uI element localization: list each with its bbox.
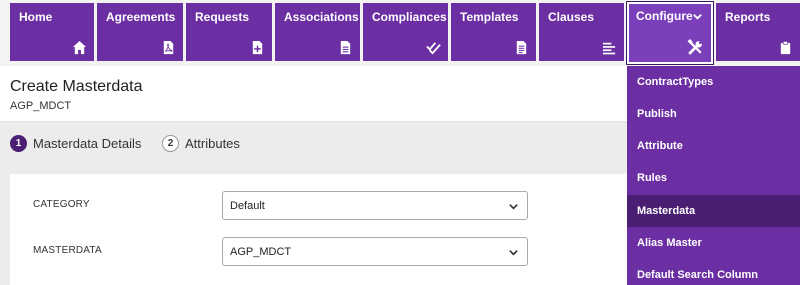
- step-masterdata-details[interactable]: 1 Masterdata Details: [10, 134, 141, 152]
- nav-tile-label: Clauses: [548, 10, 595, 24]
- nav-tile-label: Home: [19, 10, 53, 24]
- page-header: Create Masterdata AGP_MDCT: [0, 66, 630, 122]
- nav-tile-compliances[interactable]: Compliances: [363, 3, 448, 61]
- nav-tile-home[interactable]: Home: [10, 3, 94, 61]
- nav-tile-requests[interactable]: Requests: [186, 3, 272, 61]
- chevron-down-icon: [508, 201, 519, 212]
- menu-item-contracttypes[interactable]: ContractTypes: [627, 66, 800, 98]
- category-label: CATEGORY: [33, 199, 90, 210]
- nav-tile-label: Agreements: [106, 10, 176, 24]
- chevron-down-icon: [508, 247, 519, 258]
- document-icon: [338, 40, 353, 55]
- pdf-file-icon: [161, 40, 176, 55]
- menu-item-masterdata[interactable]: Masterdata: [627, 195, 800, 227]
- nav-tile-clauses[interactable]: Clauses: [539, 3, 624, 61]
- nav-tile-templates[interactable]: Templates: [451, 3, 536, 61]
- masterdata-select[interactable]: AGP_MDCT: [222, 237, 528, 266]
- clipboard-icon: [778, 40, 793, 55]
- step-label: Masterdata Details: [33, 135, 142, 151]
- double-check-icon: [426, 40, 441, 55]
- masterdata-form: CATEGORY Default MASTERDATA AGP_MDCT: [10, 174, 630, 285]
- nav-tile-label: Associations: [284, 10, 359, 24]
- nav-tile-associations[interactable]: Associations: [275, 3, 360, 61]
- nav-tile-label: Compliances: [372, 10, 447, 24]
- nav-tile-configure[interactable]: Configure: [626, 1, 714, 65]
- masterdata-select-value: AGP_MDCT: [230, 246, 292, 258]
- step-number-badge: 2: [162, 134, 179, 152]
- category-select-value: Default: [230, 200, 265, 212]
- top-navigation-bar: Home Agreements Requests Associations Co…: [0, 0, 800, 66]
- category-select[interactable]: Default: [222, 191, 528, 220]
- step-number-badge: 1: [10, 134, 27, 152]
- step-label: Attributes: [185, 135, 240, 151]
- page-title: Create Masterdata: [10, 78, 143, 95]
- menu-item-publish[interactable]: Publish: [627, 98, 800, 130]
- page-subtitle: AGP_MDCT: [10, 100, 72, 112]
- nav-tile-label: Configure: [636, 9, 693, 23]
- nav-tile-reports[interactable]: Reports: [716, 3, 800, 61]
- menu-item-default-search-column[interactable]: Default Search Column: [627, 259, 800, 285]
- add-file-icon: [250, 40, 265, 55]
- tools-icon: [687, 39, 704, 56]
- menu-item-attribute[interactable]: Attribute: [627, 130, 800, 162]
- home-icon: [72, 40, 87, 55]
- menu-item-alias-master[interactable]: Alias Master: [627, 227, 800, 259]
- step-attributes[interactable]: 2 Attributes: [162, 134, 240, 152]
- app-root: Home Agreements Requests Associations Co…: [0, 0, 800, 285]
- configure-dropdown-menu: ContractTypes Publish Attribute Rules Ma…: [627, 66, 800, 285]
- nav-tile-agreements[interactable]: Agreements: [97, 3, 183, 61]
- nav-tile-label: Reports: [725, 10, 771, 24]
- masterdata-label: MASTERDATA: [33, 245, 102, 256]
- document-lines-icon: [514, 40, 529, 55]
- align-left-icon: [602, 40, 617, 55]
- wizard-steps: 1 Masterdata Details 2 Attributes: [0, 123, 630, 163]
- nav-tile-label: Requests: [195, 10, 250, 24]
- nav-tile-label: Templates: [460, 10, 519, 24]
- chevron-down-icon: [692, 11, 703, 22]
- menu-item-rules[interactable]: Rules: [627, 162, 800, 194]
